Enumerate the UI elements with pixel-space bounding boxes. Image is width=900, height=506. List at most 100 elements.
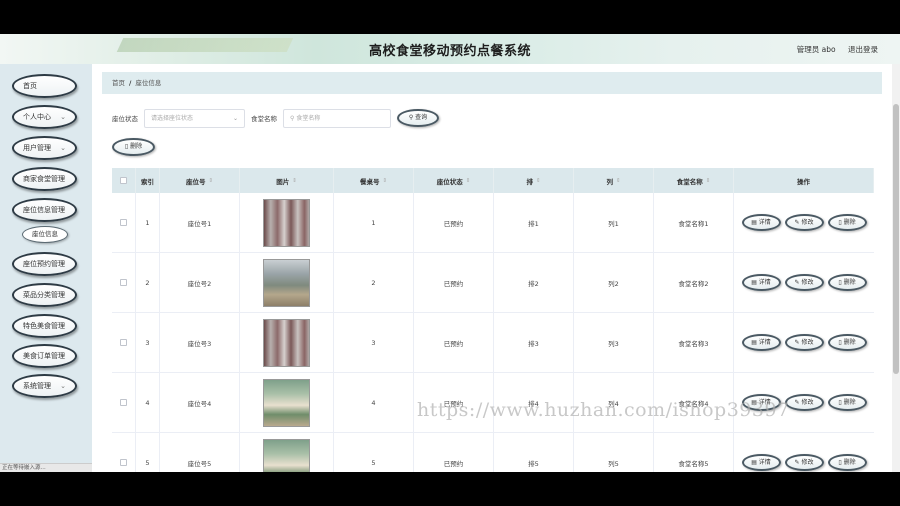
row-checkbox[interactable] [120,459,127,466]
trash-icon: ▯ [124,143,129,150]
sidebar-item-label: 商家食堂管理 [23,175,65,183]
pencil-icon: ✎ [794,219,800,226]
header-image[interactable]: 图片 ⇕ [240,168,334,193]
cell-image [240,373,334,432]
row-select-cell [112,253,136,312]
header-seat-no[interactable]: 座位号 ⇕ [160,168,240,193]
cell-seat-status: 已预约 [414,253,494,312]
table-row[interactable]: 5 座位号5 5 已预约 排5 列5 食堂名称5 ▤ 详情 ✎ 修改 ▯ 删除 [112,433,874,472]
cell-canteen-name: 食堂名称2 [654,253,734,312]
page-scrollbar[interactable] [892,64,900,472]
logout-link[interactable]: 退出登录 [848,45,878,54]
sidebar-item-canteen-management[interactable]: 商家食堂管理 [12,167,77,191]
edit-button[interactable]: ✎ 修改 [784,334,824,351]
seat-photo[interactable] [263,378,310,427]
cell-text: 座位号1 [187,219,212,228]
seat-photo[interactable] [263,198,310,247]
edit-button[interactable]: ✎ 修改 [784,214,824,231]
table-row[interactable]: 1 座位号1 1 已预约 排1 列1 食堂名称1 ▤ 详情 ✎ 修改 ▯ 删除 [112,193,874,253]
cell-row: 排1 [494,193,574,252]
sidebar-item-seat-reservation[interactable]: 座位预约管理 [12,252,77,276]
cell-text: 已预约 [443,219,464,228]
cell-canteen-name: 食堂名称1 [654,193,734,252]
detail-button[interactable]: ▤ 详情 [741,274,781,291]
cell-text: 1 [145,218,150,227]
sidebar-item-system-management[interactable]: 系统管理 ⌄ [12,374,77,398]
sort-icon[interactable]: ⇕ [536,178,541,184]
header-row[interactable]: 排 ⇕ [494,168,574,193]
cell-index: 5 [136,433,160,472]
header-seat-status[interactable]: 座位状态 ⇕ [414,168,494,193]
cell-image [240,313,334,372]
batch-delete-button[interactable]: ▯ 删除 [112,138,155,156]
delete-button[interactable]: ▯ 删除 [827,274,867,291]
header-column[interactable]: 列 ⇕ [574,168,654,193]
pencil-icon: ✎ [794,339,800,346]
sidebar-item-dish-category[interactable]: 菜品分类管理 [12,283,77,307]
detail-label: 详情 [758,279,771,286]
seat-photo[interactable] [263,438,310,472]
delete-button[interactable]: ▯ 删除 [827,454,867,471]
sort-icon[interactable]: ⇕ [466,178,471,184]
sort-icon[interactable]: ⇕ [292,178,297,184]
trash-icon: ▯ [838,219,842,226]
row-checkbox[interactable] [120,399,127,406]
detail-label: 详情 [758,339,771,346]
sidebar-item-user-management[interactable]: 用户管理 ⌄ [12,136,77,160]
canteen-name-placeholder: 食堂名称 [296,114,321,122]
detail-button[interactable]: ▤ 详情 [741,214,781,231]
table-header-row: 索引 座位号 ⇕ 图片 ⇕ 餐桌号 ⇕ 座位状态 ⇕ 排 ⇕ 列 ⇕ 食堂名称 ⇕ 操作 [112,168,874,193]
sort-icon[interactable]: ⇕ [208,178,213,184]
sidebar-item-home[interactable]: 首页 [12,74,77,98]
cell-text: 已预约 [443,459,464,468]
app-window: 高校食堂移动预约点餐系统 管理员 abo 退出登录 首页 个人中心 ⌄ 用户管理 ⌄… [0,34,900,472]
sidebar-item-label: 首页 [23,82,37,90]
select-all-checkbox[interactable] [120,177,127,184]
admin-user-label[interactable]: 管理员 abo [797,45,836,54]
canteen-name-input[interactable]: ⚲ 食堂名称 [283,108,391,128]
delete-button[interactable]: ▯ 删除 [827,214,867,231]
sidebar-item-special-food[interactable]: 特色美食管理 [12,314,77,338]
cell-text: 食堂名称1 [678,219,709,228]
sort-icon[interactable]: ⇕ [616,178,621,184]
sort-icon[interactable]: ⇕ [706,178,711,184]
delete-button[interactable]: ▯ 删除 [827,334,867,351]
seat-status-placeholder: 请选择座位状态 [151,114,194,122]
header-label: 餐桌号 [359,177,380,186]
sidebar-item-food-orders[interactable]: 美食订单管理 [12,344,77,368]
row-checkbox[interactable] [120,219,127,226]
sidebar-item-label: 特色美食管理 [23,322,65,330]
header-label: 食堂名称 [676,177,703,186]
detail-button[interactable]: ▤ 详情 [741,334,781,351]
scrollbar-thumb[interactable] [893,104,899,374]
cell-seat-no: 座位号5 [160,433,240,472]
row-checkbox[interactable] [120,279,127,286]
cell-text: 座位号4 [187,399,212,408]
detail-label: 详情 [758,459,771,466]
row-select-cell [112,433,136,472]
row-checkbox[interactable] [120,339,127,346]
table-row[interactable]: 3 座位号3 3 已预约 排3 列3 食堂名称3 ▤ 详情 ✎ 修改 ▯ 删除 [112,313,874,373]
sort-icon[interactable]: ⇕ [382,178,387,184]
header-table-no[interactable]: 餐桌号 ⇕ [334,168,414,193]
cell-seat-status: 已预约 [414,433,494,472]
detail-button[interactable]: ▤ 详情 [741,454,781,471]
edit-button[interactable]: ✎ 修改 [784,274,824,291]
edit-button[interactable]: ✎ 修改 [784,454,824,471]
seat-photo[interactable] [263,258,310,307]
seat-status-select[interactable]: 请选择座位状态 ⌄ [144,108,245,128]
seat-photo[interactable] [263,318,310,367]
sidebar-item-personal-center[interactable]: 个人中心 ⌄ [12,105,77,129]
cell-text: 列1 [608,219,619,228]
search-button[interactable]: ⚲ 查询 [397,109,439,127]
submenu-item-seat-info[interactable]: 座位信息 [22,226,68,243]
delete-button[interactable]: ▯ 删除 [827,394,867,411]
sidebar-item-label: 座位信息管理 [23,206,65,214]
top-header: 高校食堂移动预约点餐系统 管理员 abo 退出登录 [0,34,900,64]
header-canteen-name[interactable]: 食堂名称 ⇕ [654,168,734,193]
edit-button[interactable]: ✎ 修改 [784,394,824,411]
breadcrumb-home[interactable]: 首页 [112,79,125,87]
sidebar-item-seat-info-management[interactable]: 座位信息管理 [12,198,77,222]
table-row[interactable]: 2 座位号2 2 已预约 排2 列2 食堂名称2 ▤ 详情 ✎ 修改 ▯ 删除 [112,253,874,313]
watermark-text: https://www.huzhan.com/ishop39397 [417,399,790,421]
